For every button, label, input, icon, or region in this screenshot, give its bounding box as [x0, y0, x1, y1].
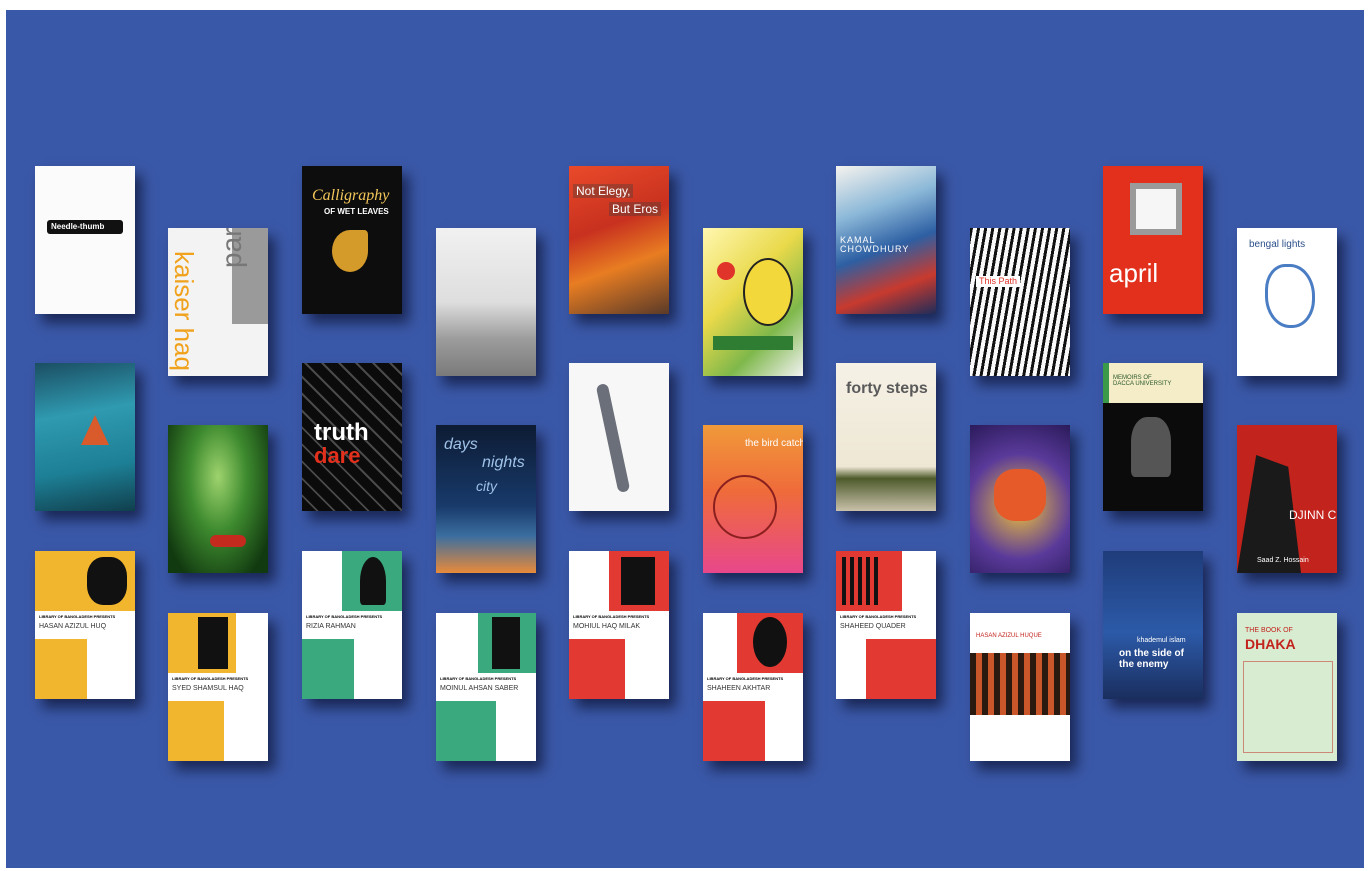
book-title: the bird catcher: [745, 438, 803, 449]
book-cover-needle-thumb[interactable]: Needle-thumb: [35, 166, 135, 314]
series-label: LIBRARY OF BANGLADESH PRESENTS: [440, 676, 517, 681]
series-label: LIBRARY OF BANGLADESH PRESENTS: [172, 676, 249, 681]
book-cover-lb-shaheed-quader[interactable]: LIBRARY OF BANGLADESH PRESENTS SHAHEED Q…: [836, 551, 936, 699]
figure-shadow: [595, 382, 631, 494]
book-title: bengal lights: [1249, 239, 1306, 250]
book-covers-wall: Needle-thumb pariah kaiser haq Calligrap…: [6, 10, 1364, 868]
book-cover-bengal-lights[interactable]: bengal lights: [1237, 228, 1337, 376]
book-author: HASAN AZIZUL HUQUE: [976, 633, 1042, 639]
title-banner: [713, 336, 793, 350]
book-title-line1: Calligraphy: [312, 187, 390, 204]
cup-window-graphic: [1127, 180, 1185, 238]
book-title-line2: OF WET LEAVES: [324, 207, 389, 216]
book-title: DJINN CITY: [1289, 508, 1337, 522]
book-author: KAMAL CHOWDHURY: [840, 235, 910, 254]
book-cover-forty-steps[interactable]: forty steps: [836, 363, 936, 511]
book-cover-kamal-chowdhury[interactable]: KAMAL CHOWDHURY: [836, 166, 936, 314]
leaf-illustration: [332, 230, 368, 272]
series-label: LIBRARY OF BANGLADESH PRESENTS: [39, 614, 116, 619]
book-title: forty steps: [846, 380, 928, 397]
map-illustration: [1243, 661, 1333, 753]
series-label: LIBRARY OF BANGLADESH PRESENTS: [306, 614, 383, 619]
book-cover-calligraphy-of-wet-leaves[interactable]: Calligraphy OF WET LEAVES: [302, 166, 402, 314]
book-cover-hasan-azizul-huque[interactable]: HASAN AZIZUL HUQUE: [970, 613, 1070, 761]
book-cover-lb-moinul-ahsan-saber[interactable]: LIBRARY OF BANGLADESH PRESENTS MOINUL AH…: [436, 613, 536, 761]
black-illustration: [360, 557, 386, 605]
book-cover-not-elegy-but-eros[interactable]: Not Elegy, But Eros: [569, 166, 669, 314]
red-flower: [717, 262, 735, 280]
book-author: kaiser haq: [168, 251, 199, 371]
color-block: [302, 639, 354, 699]
book-author: SHAHEED QUADER: [840, 623, 906, 630]
book-cover-truth-dare[interactable]: truth dare: [302, 363, 402, 511]
book-cover-lb-shaheen-akhtar[interactable]: LIBRARY OF BANGLADESH PRESENTS SHAHEEN A…: [703, 613, 803, 761]
portrait: [1131, 417, 1171, 477]
book-author: Saad Z. Hossain: [1257, 557, 1309, 564]
series-label: LIBRARY OF BANGLADESH PRESENTS: [840, 614, 917, 619]
book-title: This Path: [976, 276, 1021, 287]
book-title-line1: Not Elegy,: [573, 184, 634, 198]
black-illustration: [492, 617, 520, 669]
birdcage-globe: [713, 475, 777, 539]
series-label: LIBRARY OF BANGLADESH PRESENTS: [707, 676, 784, 681]
book-title: truth: [314, 419, 369, 446]
color-block: [436, 701, 496, 761]
color-block: [866, 639, 936, 699]
color-block: [569, 639, 625, 699]
book-cover-lb-hasan-azizul-huq[interactable]: LIBRARY OF BANGLADESH PRESENTS HASAN AZI…: [35, 551, 135, 699]
book-author: MOHIUL HAQ MILAK: [573, 623, 641, 630]
book-title: april: [1109, 258, 1159, 288]
book-cover-lb-syed-shamsul-haq[interactable]: LIBRARY OF BANGLADESH PRESENTS SYED SHAM…: [168, 613, 268, 761]
book-cover-zoo-graphic-novel[interactable]: [970, 425, 1070, 573]
book-title: Needle-thumb: [51, 222, 105, 231]
book-cover-lb-mohiul-haq-milak[interactable]: LIBRARY OF BANGLADESH PRESENTS MOHIUL HA…: [569, 551, 669, 699]
book-title: on the side of the enemy: [1119, 648, 1184, 670]
black-illustration: [621, 557, 655, 605]
book-title-line2: But Eros: [609, 202, 662, 216]
book-cover-the-book-of-dhaka[interactable]: THE BOOK OF DHAKA: [1237, 613, 1337, 761]
book-author: SYED SHAMSUL HAQ: [172, 685, 244, 692]
book-title-line2: DHAKA: [1245, 636, 1296, 652]
book-cover-days-nights-city[interactable]: days nights city: [436, 425, 536, 573]
book-cover-on-the-side-of-the-enemy[interactable]: khademul islam on the side of the enemy: [1103, 551, 1203, 699]
book-cover-yellow-face[interactable]: [703, 228, 803, 376]
book-cover-this-path[interactable]: This Path: [970, 228, 1070, 376]
red-figure: [210, 535, 246, 547]
color-block: [35, 639, 87, 699]
book-cover-electric-shadows[interactable]: [35, 363, 135, 511]
book-word-nights: nights: [482, 454, 525, 471]
face-illustration: [743, 258, 793, 326]
book-author: HASAN AZIZUL HUQ: [39, 623, 107, 630]
black-illustration: [842, 557, 882, 605]
book-cover-lb-rizia-rahman[interactable]: LIBRARY OF BANGLADESH PRESENTS RIZIA RAH…: [302, 551, 402, 699]
book-title-2: dare: [314, 443, 361, 468]
book-title: pariah: [216, 228, 247, 268]
book-word-city: city: [476, 478, 497, 494]
book-cover-green-room[interactable]: [168, 425, 268, 573]
book-title-line1: THE BOOK OF: [1245, 627, 1293, 634]
origami-bird: [81, 415, 109, 445]
book-cover-pariah[interactable]: pariah kaiser haq: [168, 228, 268, 376]
book-cover-memoirs-of-dacca-university[interactable]: MEMOIRS OF DACCA UNIVERSITY: [1103, 363, 1203, 511]
book-cover-april[interactable]: april: [1103, 166, 1203, 314]
book-title: MEMOIRS OF DACCA UNIVERSITY: [1113, 375, 1172, 387]
book-author: SHAHEEN AKHTAR: [707, 685, 771, 692]
cartoon-characters: [994, 469, 1046, 521]
color-block: [168, 701, 224, 761]
book-cover-walking-figure[interactable]: [569, 363, 669, 511]
black-illustration: [198, 617, 228, 669]
book-cover-djinn-city[interactable]: DJINN CITY Saad Z. Hossain: [1237, 425, 1337, 573]
book-author: RIZIA RAHMAN: [306, 623, 356, 630]
blue-figure-illustration: [1265, 264, 1315, 328]
book-author: MOINUL AHSAN SABER: [440, 685, 519, 692]
book-word-days: days: [444, 436, 478, 453]
book-author: khademul islam: [1137, 637, 1186, 644]
series-label: LIBRARY OF BANGLADESH PRESENTS: [573, 614, 650, 619]
red-illustration: [970, 653, 1070, 715]
black-illustration: [87, 557, 127, 605]
book-cover-river-sky[interactable]: [436, 228, 536, 376]
color-block: [703, 701, 765, 761]
black-illustration: [753, 617, 787, 667]
book-cover-the-bird-catcher[interactable]: the bird catcher: [703, 425, 803, 573]
